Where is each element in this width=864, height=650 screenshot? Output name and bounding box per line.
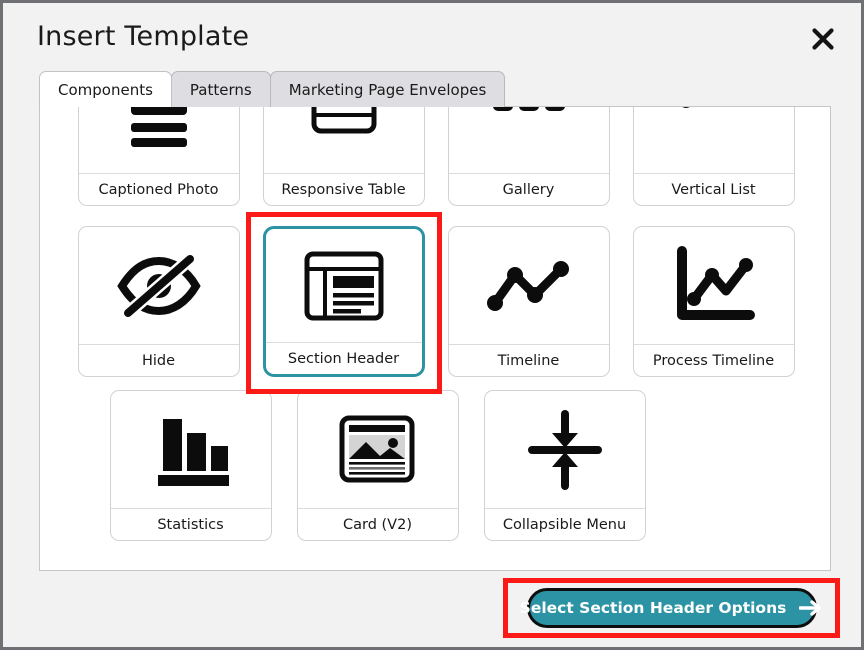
template-row: Statistics Card (V2) Collapsible Menu [97, 390, 806, 541]
tab-components[interactable]: Components [39, 71, 172, 107]
template-card-label: Card (V2) [297, 508, 458, 540]
template-row: Captioned Photo Responsive Table Gallery… [66, 107, 806, 206]
template-slot: Statistics [97, 390, 284, 541]
close-icon [810, 26, 836, 52]
process-timeline-icon [634, 227, 794, 344]
template-card-vertical-list[interactable]: Vertical List [632, 107, 795, 206]
template-slot: Responsive Table [251, 107, 436, 206]
eye-slash-icon [79, 227, 239, 344]
template-card-label: Process Timeline [633, 344, 794, 376]
cta-label: Select Section Header Options [519, 599, 787, 617]
template-card-label: Responsive Table [263, 173, 424, 205]
template-grid: Captioned Photo Responsive Table Gallery… [40, 107, 830, 564]
template-card-responsive-table[interactable]: Responsive Table [262, 107, 425, 206]
dialog-footer: Select Section Header Options [3, 571, 861, 647]
tab-label: Patterns [189, 80, 252, 99]
template-card-label: Collapsible Menu [484, 508, 645, 540]
vertical-list-icon [634, 107, 794, 173]
page-title: Insert Template [37, 21, 250, 52]
cta-annotation: Select Section Header Options [503, 578, 840, 638]
insert-template-dialog: Insert Template Components Patterns Mark… [0, 0, 864, 650]
bar-chart-icon [111, 391, 271, 508]
template-slot: Vertical List [621, 107, 806, 206]
captioned-photo-icon [79, 107, 239, 173]
template-slot: Process Timeline [621, 226, 806, 377]
card-image-icon [298, 391, 458, 508]
tab-patterns[interactable]: Patterns [170, 71, 271, 107]
select-section-header-options-button[interactable]: Select Section Header Options [520, 588, 822, 628]
template-card-label: Timeline [448, 344, 609, 376]
close-button[interactable] [805, 21, 841, 57]
collapse-arrows-icon [485, 391, 645, 508]
tabstrip: Components Patterns Marketing Page Envel… [39, 71, 506, 107]
template-card-captioned-photo[interactable]: Captioned Photo [77, 107, 240, 206]
template-slot: Timeline [436, 226, 621, 377]
template-slot: Collapsible Menu [471, 390, 658, 541]
tab-label: Components [58, 80, 153, 99]
template-slot: Card (V2) [284, 390, 471, 541]
template-grid-panel[interactable]: Captioned Photo Responsive Table Gallery… [39, 106, 831, 571]
template-card-label: Hide [78, 344, 239, 376]
template-card-collapsible-menu[interactable]: Collapsible Menu [483, 390, 646, 541]
template-card-label: Gallery [448, 173, 609, 205]
responsive-table-icon [264, 107, 424, 173]
template-card-label: Section Header [265, 342, 422, 374]
template-card-label: Vertical List [633, 173, 794, 205]
template-row: Hide Section Header Timeline Process Tim… [66, 212, 806, 394]
section-header-icon [266, 229, 422, 342]
template-card-hide[interactable]: Hide [77, 226, 240, 377]
template-card-label: Captioned Photo [78, 173, 239, 205]
template-card-gallery[interactable]: Gallery [447, 107, 610, 206]
gallery-icon [449, 107, 609, 173]
template-card-label: Statistics [110, 508, 271, 540]
template-card-section-header[interactable]: Section Header [262, 226, 425, 377]
tab-marketing-page-envelopes[interactable]: Marketing Page Envelopes [269, 71, 506, 107]
template-card-timeline[interactable]: Timeline [447, 226, 610, 377]
template-slot: Section Header [245, 212, 442, 394]
arrow-right-icon [799, 599, 823, 617]
template-card-card-v2[interactable]: Card (V2) [296, 390, 459, 541]
template-slot: Captioned Photo [66, 107, 251, 206]
tab-label: Marketing Page Envelopes [288, 80, 487, 99]
template-slot: Hide [66, 226, 251, 377]
timeline-icon [449, 227, 609, 344]
template-card-statistics[interactable]: Statistics [109, 390, 272, 541]
template-slot: Gallery [436, 107, 621, 206]
template-card-process-timeline[interactable]: Process Timeline [632, 226, 795, 377]
